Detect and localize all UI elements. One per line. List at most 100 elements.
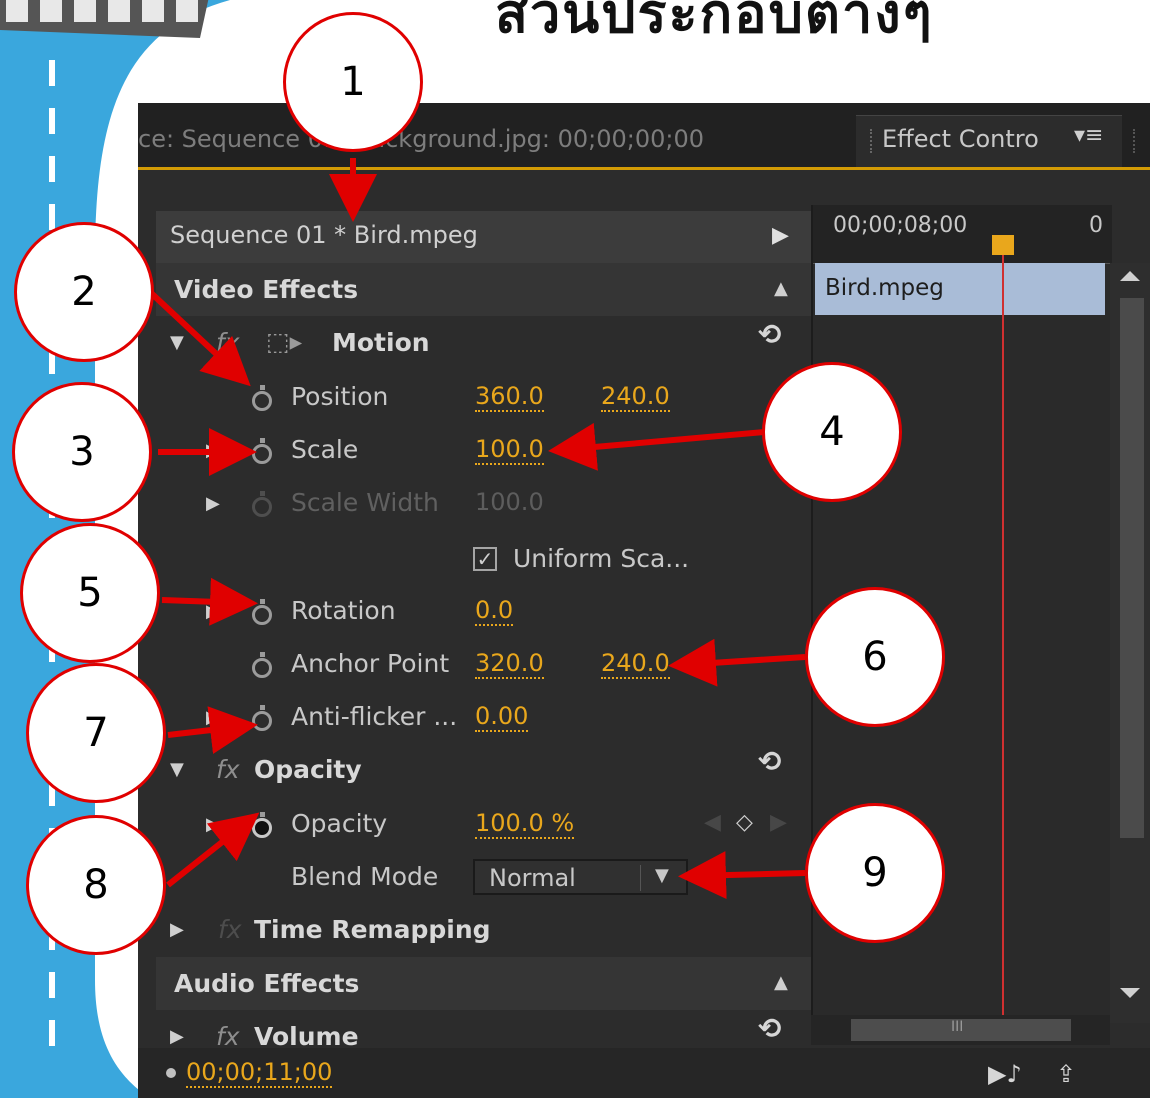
param-scale: ▶ Scale 100.0 (156, 422, 811, 475)
callout-5: 5 (20, 523, 160, 663)
time-ruler[interactable]: 00;00;08;00 0 (813, 205, 1112, 264)
blend-mode-label: Blend Mode (291, 862, 439, 891)
blend-mode-value: Normal (489, 864, 576, 892)
position-y-value[interactable]: 240.0 (601, 382, 670, 412)
tab-grip-icon-2[interactable] (1133, 129, 1139, 153)
stopwatch-scale-icon[interactable] (252, 438, 272, 464)
ruler-end-marker: 0 (1089, 213, 1103, 238)
anti-flicker-label: Anti-flicker ... (291, 702, 458, 731)
callout-4: 4 (762, 362, 902, 502)
horizontal-scrollbar[interactable]: III (811, 1015, 1110, 1045)
callout-8: 8 (26, 815, 166, 955)
scale-width-value: 100.0 (475, 488, 544, 516)
effect-volume[interactable]: ▶ fx Volume ⟲ (156, 1010, 811, 1048)
expand-motion-icon[interactable]: ▼ (170, 332, 184, 353)
ruler-timecode: 00;00;08;00 (833, 213, 968, 238)
stopwatch-anchor-icon[interactable] (252, 652, 272, 678)
fx-opacity-icon[interactable]: fx (216, 755, 240, 784)
scale-label: Scale (291, 435, 359, 464)
uniform-scale-checkbox[interactable]: ✓ (473, 547, 497, 571)
horizontal-scroll-thumb[interactable]: III (851, 1019, 1071, 1041)
reset-motion-icon[interactable]: ⟲ (758, 318, 781, 351)
clip-header-label: Sequence 01 * Bird.mpeg (170, 221, 478, 249)
section-video-effects[interactable]: Video Effects ▲ (156, 263, 811, 316)
stopwatch-opacity-icon[interactable] (252, 812, 272, 838)
effect-opacity[interactable]: ▼ fx Opacity ⟲ (156, 743, 811, 796)
panel-footer: 00;00;11;00 ▶♪ ⇪ (138, 1048, 1150, 1098)
footer-dot-icon (166, 1068, 176, 1078)
reset-opacity-icon[interactable]: ⟲ (758, 745, 781, 778)
section-audio-effects[interactable]: Audio Effects ▲ (156, 957, 811, 1010)
film-strip-image (0, 0, 209, 38)
callout-2: 2 (14, 222, 154, 362)
opacity-value[interactable]: 100.0 % (475, 809, 575, 839)
callout-6: 6 (805, 587, 945, 727)
scale-value[interactable]: 100.0 (475, 435, 544, 465)
callout-1: 1 (283, 12, 423, 152)
blend-mode-dropdown[interactable]: Normal ▼ (473, 859, 688, 895)
panel-menu-icon[interactable]: ▾≡ (1074, 123, 1103, 148)
video-effects-label: Video Effects (174, 275, 359, 304)
vertical-scrollbar[interactable] (1110, 263, 1150, 1023)
collapse-up-icon[interactable]: ▲ (774, 278, 788, 299)
fx-icon[interactable]: fx (216, 328, 240, 357)
dropdown-separator (640, 865, 641, 891)
tab-grip-icon[interactable] (870, 129, 876, 153)
opacity-label: Opacity (291, 809, 388, 838)
play-audio-icon[interactable]: ▶♪ (988, 1060, 1022, 1088)
footer-timecode[interactable]: 00;00;11;00 (186, 1058, 333, 1088)
show-timeline-arrow-icon[interactable]: ▶ (772, 223, 789, 248)
expand-anti-flicker-icon[interactable]: ▶ (206, 707, 220, 728)
callout-3: 3 (12, 382, 152, 522)
anchor-y-value[interactable]: 240.0 (601, 649, 670, 679)
stopwatch-position-icon[interactable] (252, 385, 272, 411)
reset-volume-icon[interactable]: ⟲ (758, 1012, 781, 1045)
stopwatch-rotation-icon[interactable] (252, 599, 272, 625)
effect-controls-panel: ce: Sequence 01: Background.jpg: 00;00;0… (138, 103, 1150, 1098)
scroll-down-icon[interactable] (1120, 988, 1140, 998)
active-tab-highlight (138, 167, 1150, 170)
anchor-point-label: Anchor Point (291, 649, 450, 678)
timeline-clip[interactable]: Bird.mpeg (815, 263, 1105, 315)
audio-effects-label: Audio Effects (174, 969, 360, 998)
param-uniform-scale: ✓ Uniform Sca... (156, 531, 811, 584)
export-icon[interactable]: ⇪ (1056, 1060, 1076, 1088)
expand-scale-icon[interactable]: ▶ (206, 440, 220, 461)
anti-flicker-value[interactable]: 0.00 (475, 702, 529, 732)
scroll-thumb[interactable] (1120, 298, 1144, 838)
transform-handle-icon[interactable]: ⬚▸ (266, 327, 302, 356)
expand-volume-icon[interactable]: ▶ (170, 1026, 184, 1047)
expand-time-remap-icon[interactable]: ▶ (170, 919, 184, 940)
fx-time-remap-icon: fx (218, 915, 242, 944)
expand-opacity-icon[interactable]: ▼ (170, 759, 184, 780)
prev-keyframe-icon[interactable]: ◀ (704, 810, 721, 835)
expand-rotation-icon[interactable]: ▶ (206, 601, 220, 622)
playhead-handle[interactable] (992, 235, 1014, 255)
stopwatch-anti-flicker-icon[interactable] (252, 705, 272, 731)
expand-opacity-param-icon[interactable]: ▶ (206, 814, 220, 835)
effect-motion[interactable]: ▼ fx ⬚▸ Motion ⟲ (156, 316, 811, 369)
position-label: Position (291, 382, 389, 411)
tab-sequence-source[interactable]: ce: Sequence 01: Background.jpg: 00;00;0… (138, 125, 704, 153)
effect-time-remapping[interactable]: ▶ fx Time Remapping (156, 903, 811, 956)
motion-label: Motion (332, 328, 430, 357)
fx-volume-icon[interactable]: fx (216, 1022, 240, 1048)
position-x-value[interactable]: 360.0 (475, 382, 544, 412)
callout-7: 7 (26, 663, 166, 803)
param-rotation: ▶ Rotation 0.0 (156, 583, 811, 636)
rotation-value[interactable]: 0.0 (475, 596, 514, 626)
scroll-up-icon[interactable] (1120, 271, 1140, 281)
param-anti-flicker: ▶ Anti-flicker ... 0.00 (156, 689, 811, 742)
param-position: Position 360.0 240.0 (156, 369, 811, 422)
anchor-x-value[interactable]: 320.0 (475, 649, 544, 679)
next-keyframe-icon[interactable]: ▶ (770, 810, 787, 835)
collapse-audio-icon[interactable]: ▲ (774, 972, 788, 993)
chevron-down-icon[interactable]: ▼ (655, 865, 669, 886)
add-keyframe-icon[interactable]: ◇ (736, 810, 753, 835)
param-anchor-point: Anchor Point 320.0 240.0 (156, 636, 811, 689)
tab-effect-controls[interactable]: Effect Contro (882, 125, 1039, 153)
expand-scale-width-icon[interactable]: ▶ (206, 493, 220, 514)
time-remapping-label: Time Remapping (254, 915, 491, 944)
clip-header[interactable]: Sequence 01 * Bird.mpeg ▶ (156, 211, 811, 263)
opacity-section-label: Opacity (254, 755, 362, 784)
